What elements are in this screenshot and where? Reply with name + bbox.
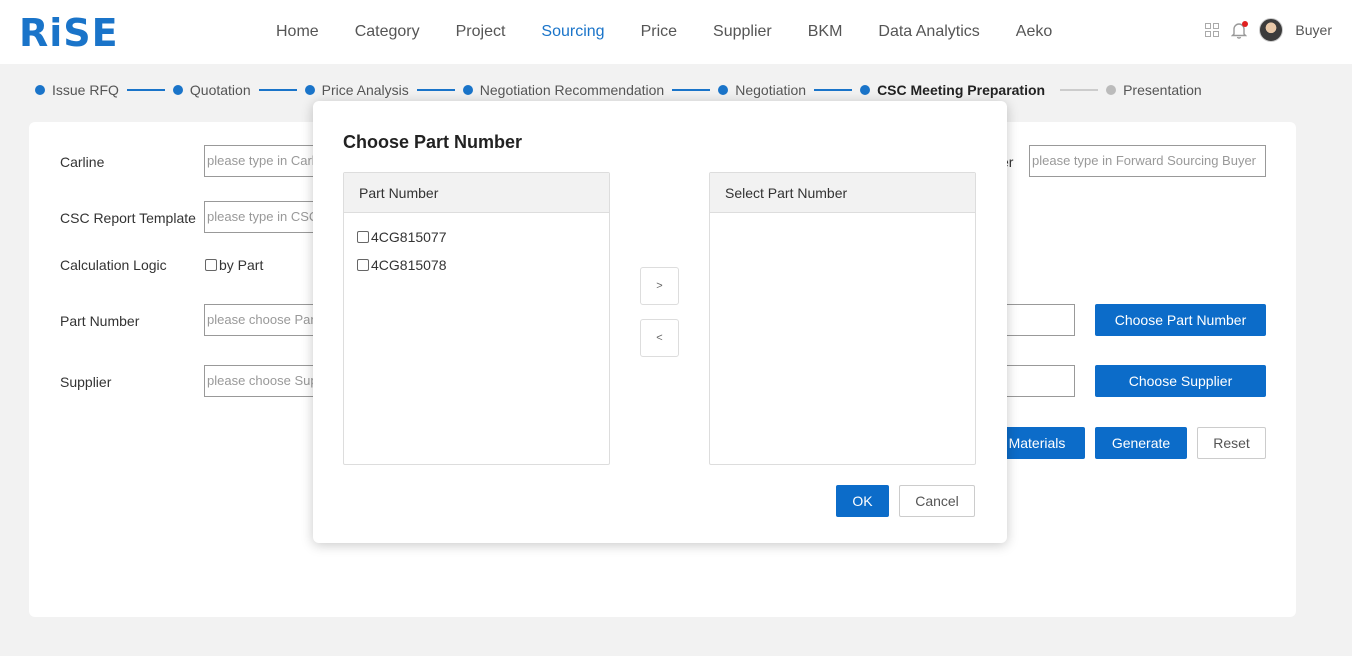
step-dot: [718, 85, 729, 95]
nav-item-category[interactable]: Category: [355, 23, 420, 41]
available-parts-list: 4CG815077 4CG815078: [344, 213, 609, 284]
forward-sourcing-buyer-input[interactable]: please type in Forward Sourcing Buyer: [1029, 145, 1266, 177]
step-connector: [814, 89, 853, 91]
rise-logo[interactable]: RiSE: [19, 12, 119, 54]
step-csc-meeting-preparation[interactable]: CSC Meeting Preparation: [860, 82, 1045, 98]
choose-supplier-button[interactable]: Choose Supplier: [1095, 365, 1266, 397]
selected-parts-panel: Select Part Number: [709, 172, 976, 465]
step-quotation[interactable]: Quotation: [172, 82, 251, 98]
reset-button[interactable]: Reset: [1197, 427, 1266, 459]
step-negotiation[interactable]: Negotiation: [718, 82, 806, 98]
calculation-logic-label: Calculation Logic: [60, 257, 167, 273]
step-connector: [1060, 89, 1099, 91]
process-steps: Issue RFQ Quotation Price Analysis Negot…: [35, 82, 1202, 98]
nav-item-price[interactable]: Price: [641, 23, 677, 41]
step-connector: [258, 89, 297, 91]
step-dot: [1106, 85, 1117, 95]
user-name[interactable]: Buyer: [1295, 22, 1332, 38]
available-parts-panel: Part Number 4CG815077 4CG815078: [343, 172, 610, 465]
step-dot: [860, 85, 871, 95]
step-connector: [416, 89, 455, 91]
step-dot: [172, 85, 183, 95]
step-presentation[interactable]: Presentation: [1106, 82, 1202, 98]
available-parts-header: Part Number: [344, 173, 609, 213]
main-nav: Home Category Project Sourcing Price Sup…: [258, 0, 1070, 64]
nav-item-sourcing[interactable]: Sourcing: [541, 23, 604, 41]
by-part-option[interactable]: by Part: [205, 257, 263, 273]
step-negotiation-recommendation[interactable]: Negotiation Recommendation: [462, 82, 664, 98]
ok-button[interactable]: OK: [836, 485, 889, 517]
selected-parts-header: Select Part Number: [710, 173, 975, 213]
apps-grid-icon[interactable]: [1205, 23, 1220, 37]
step-price-analysis[interactable]: Price Analysis: [304, 82, 409, 98]
part-checkbox[interactable]: [357, 231, 369, 243]
step-connector: [126, 89, 165, 91]
supplier-label: Supplier: [60, 374, 112, 390]
step-dot: [304, 85, 315, 95]
nav-item-data-analytics[interactable]: Data Analytics: [878, 23, 979, 41]
carline-label: Carline: [60, 154, 105, 170]
header-user-area: Buyer: [1205, 18, 1332, 42]
choose-part-number-button[interactable]: Choose Part Number: [1095, 304, 1266, 336]
nav-item-aeko[interactable]: Aeko: [1016, 23, 1052, 41]
generate-button[interactable]: Generate: [1095, 427, 1187, 459]
by-part-checkbox[interactable]: [205, 259, 217, 271]
dialog-title: Choose Part Number: [343, 132, 523, 152]
notification-bell-icon[interactable]: [1231, 21, 1249, 39]
choose-part-number-dialog: Choose Part Number Part Number 4CG815077…: [313, 101, 1007, 543]
user-avatar[interactable]: [1259, 18, 1284, 42]
part-checkbox[interactable]: [357, 259, 369, 271]
list-item[interactable]: 4CG815077: [357, 228, 609, 256]
move-left-button[interactable]: <: [640, 319, 679, 357]
top-header: RiSE Home Category Project Sourcing Pric…: [0, 0, 1352, 64]
selected-parts-list: [710, 213, 975, 228]
nav-item-bkm[interactable]: BKM: [808, 23, 843, 41]
list-item[interactable]: 4CG815078: [357, 256, 609, 284]
csc-report-template-label: CSC Report Template: [60, 210, 196, 226]
notification-dot: [1242, 21, 1249, 27]
step-connector: [672, 89, 711, 91]
nav-item-project[interactable]: Project: [456, 23, 506, 41]
step-dot: [462, 85, 473, 95]
nav-item-supplier[interactable]: Supplier: [713, 23, 772, 41]
part-number-label: Part Number: [60, 313, 140, 329]
cancel-button[interactable]: Cancel: [899, 485, 975, 517]
step-dot: [35, 85, 45, 95]
nav-item-home[interactable]: Home: [276, 23, 319, 41]
step-issue-rfq[interactable]: Issue RFQ: [35, 82, 119, 98]
move-right-button[interactable]: >: [640, 267, 679, 305]
